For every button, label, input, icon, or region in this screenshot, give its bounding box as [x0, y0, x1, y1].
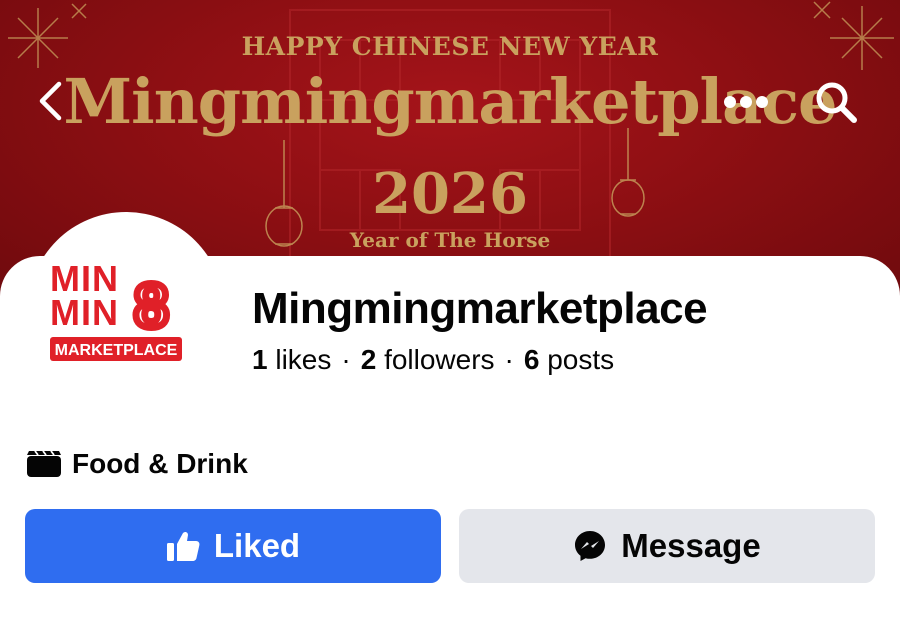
likes-label: likes [275, 344, 332, 375]
page-name: Mingmingmarketplace [252, 284, 708, 333]
svg-text:8: 8 [134, 272, 168, 341]
page-category: Food & Drink [26, 448, 248, 480]
more-options-button[interactable] [720, 84, 772, 120]
messenger-icon [575, 531, 606, 561]
search-button[interactable] [812, 78, 860, 126]
liked-button[interactable]: Liked [25, 509, 441, 583]
svg-text:MIN: MIN [50, 292, 119, 333]
followers-label[interactable]: followers [384, 344, 494, 375]
stats-separator: · [504, 344, 514, 375]
page-stats: 1 likes · 2 followers · 6 posts [252, 344, 614, 376]
cover-greeting: HAPPY CHINESE NEW YEAR [241, 32, 659, 61]
posts-count: 6 [523, 344, 540, 375]
message-button[interactable]: Message [459, 509, 875, 583]
chevron-left-icon [39, 81, 62, 121]
followers-count[interactable]: 2 [361, 344, 377, 375]
message-button-label: Message [621, 527, 761, 564]
search-icon [816, 82, 857, 123]
more-horizontal-icon [724, 96, 768, 108]
svg-text:MARKETPLACE: MARKETPLACE [55, 342, 178, 359]
back-button[interactable] [30, 76, 70, 126]
stats-separator: · [341, 344, 351, 375]
brand-logo: MIN MIN 8 MARKETPLACE [50, 258, 182, 361]
profile-avatar[interactable]: MIN MIN 8 MARKETPLACE [28, 212, 224, 408]
liked-button-label: Liked [213, 527, 301, 564]
thumbs-up-icon [166, 531, 200, 561]
clapperboard-icon [27, 450, 61, 477]
category-label: Food & Drink [72, 448, 248, 479]
likes-count: 1 [252, 344, 268, 375]
posts-label: posts [547, 344, 615, 375]
